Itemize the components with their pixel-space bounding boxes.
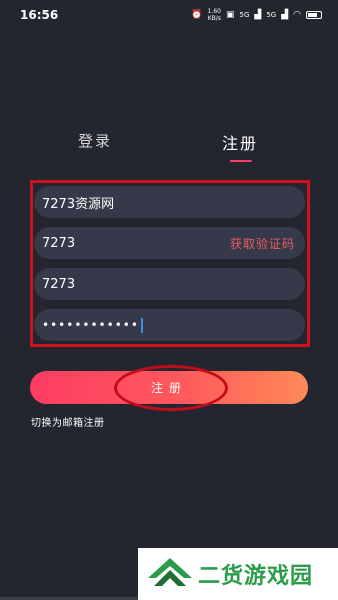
- net-speed: 1.60 KB/s: [208, 8, 221, 22]
- auth-tabs: 登录 注册: [0, 130, 338, 170]
- register-button[interactable]: 注册: [30, 371, 308, 404]
- password-field[interactable]: ••••••••••••: [34, 309, 305, 341]
- watermark: 二货游戏园: [138, 548, 338, 600]
- watermark-text: 二货游戏园: [198, 564, 314, 589]
- signal-1-icon: ▟: [254, 9, 262, 20]
- username-field[interactable]: 7273资源网: [34, 186, 305, 218]
- signal-1-label: 5G: [239, 11, 250, 19]
- password-value: ••••••••••••: [42, 317, 143, 333]
- status-bar: 16:56 ⏰ 1.60 KB/s ▣ 5G ▟ 5G ▟ ◠: [0, 0, 338, 30]
- net-speed-value: 1.60: [207, 8, 221, 15]
- wifi-icon: ◠: [293, 9, 301, 20]
- battery-icon: [306, 11, 322, 19]
- phone-field[interactable]: 7273 获取验证码: [34, 227, 305, 259]
- signal-2-label: 5G: [266, 11, 277, 19]
- password-mask: ••••••••••••: [42, 318, 139, 332]
- status-time: 16:56: [20, 8, 59, 22]
- text-cursor: [140, 317, 143, 333]
- verification-code-field[interactable]: 7273: [34, 268, 305, 300]
- phone-value: 7273: [42, 235, 76, 251]
- username-value: 7273资源网: [42, 196, 115, 212]
- verification-code-value: 7273: [42, 276, 76, 292]
- switch-to-email-register-link[interactable]: 切换为邮箱注册: [31, 414, 105, 429]
- tab-register[interactable]: 注册: [222, 130, 258, 154]
- alarm-icon: ⏰: [191, 9, 203, 20]
- hd-icon: ▣: [226, 9, 235, 20]
- tab-login[interactable]: 登录: [78, 130, 112, 151]
- status-icons: ⏰ 1.60 KB/s ▣ 5G ▟ 5G ▟ ◠: [191, 8, 322, 22]
- active-tab-indicator: [230, 160, 252, 162]
- get-verification-code-button[interactable]: 获取验证码: [230, 235, 295, 252]
- watermark-logo-icon: [148, 558, 192, 586]
- net-speed-unit: KB/s: [207, 15, 221, 22]
- signal-2-icon: ▟: [281, 9, 289, 20]
